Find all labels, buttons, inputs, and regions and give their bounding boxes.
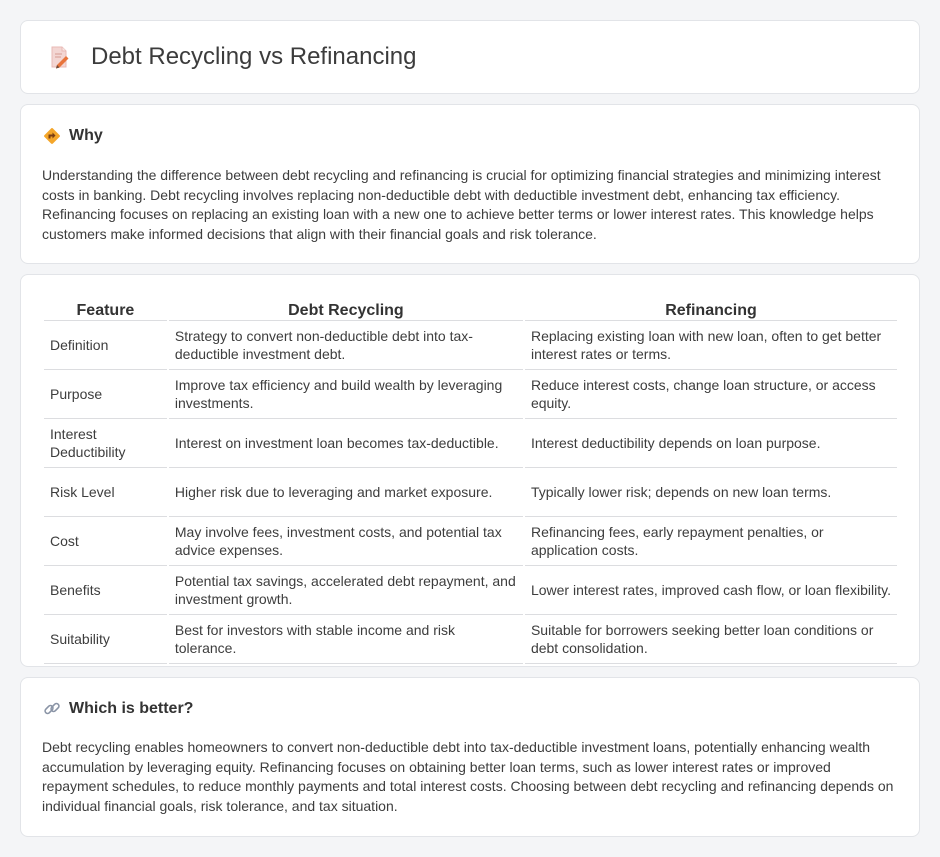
feature-cell: Suitability xyxy=(44,615,167,664)
better-text: Debt recycling enables homeowners to con… xyxy=(42,739,894,814)
debt-recycling-cell: May involve fees, investment costs, and … xyxy=(168,517,523,566)
debt-recycling-cell: Potential tax savings, accelerated debt … xyxy=(168,566,523,615)
refinancing-cell: Suitable for borrowers seeking better lo… xyxy=(524,615,897,664)
feature-cell: Risk Level xyxy=(44,468,167,517)
title-card: Debt Recycling vs Refinancing xyxy=(20,20,920,94)
better-title: Which is better? xyxy=(69,700,194,717)
table-row: Suitability Best for investors with stab… xyxy=(44,615,897,664)
which-is-better-section: Which is better? Debt recycling enables … xyxy=(20,677,920,837)
debt-recycling-cell: Interest on investment loan becomes tax-… xyxy=(168,419,523,468)
feature-cell: Definition xyxy=(44,321,167,370)
feature-cell: Purpose xyxy=(44,370,167,419)
comparison-card: Feature Debt Recycling Refinancing Defin… xyxy=(20,274,920,667)
better-header: Which is better? xyxy=(43,700,193,718)
diamond-directions-icon xyxy=(43,127,61,145)
why-header: Why xyxy=(43,127,103,145)
comparison-table: Feature Debt Recycling Refinancing Defin… xyxy=(42,297,899,664)
page-title: Debt Recycling vs Refinancing xyxy=(91,43,417,70)
refinancing-cell: Refinancing fees, early repayment penalt… xyxy=(524,517,897,566)
why-section: Why Understanding the difference between… xyxy=(20,104,920,264)
header-refinancing: Refinancing xyxy=(524,297,897,321)
table-row: Interest Deductibility Interest on inves… xyxy=(44,419,897,468)
refinancing-cell: Interest deductibility depends on loan p… xyxy=(524,419,897,468)
feature-cell: Interest Deductibility xyxy=(44,419,167,468)
debt-recycling-cell: Best for investors with stable income an… xyxy=(168,615,523,664)
header-debt-recycling: Debt Recycling xyxy=(168,297,523,321)
feature-cell: Benefits xyxy=(44,566,167,615)
document-pencil-icon xyxy=(47,45,71,69)
refinancing-cell: Replacing existing loan with new loan, o… xyxy=(524,321,897,370)
debt-recycling-cell: Strategy to convert non-deductible debt … xyxy=(168,321,523,370)
table-row: Risk Level Higher risk due to leveraging… xyxy=(44,468,897,517)
feature-cell: Cost xyxy=(44,517,167,566)
refinancing-cell: Lower interest rates, improved cash flow… xyxy=(524,566,897,615)
table-row: Purpose Improve tax efficiency and build… xyxy=(44,370,897,419)
refinancing-cell: Reduce interest costs, change loan struc… xyxy=(524,370,897,419)
table-row: Cost May involve fees, investment costs,… xyxy=(44,517,897,566)
why-text: Understanding the difference between deb… xyxy=(42,167,881,242)
debt-recycling-cell: Higher risk due to leveraging and market… xyxy=(168,468,523,517)
debt-recycling-cell: Improve tax efficiency and build wealth … xyxy=(168,370,523,419)
refinancing-cell: Typically lower risk; depends on new loa… xyxy=(524,468,897,517)
header-feature: Feature xyxy=(44,297,167,321)
page: Debt Recycling vs Refinancing Why Unders… xyxy=(0,0,940,857)
why-title: Why xyxy=(69,127,103,144)
table-header-row: Feature Debt Recycling Refinancing xyxy=(44,297,897,321)
link-icon xyxy=(43,700,61,718)
table-row: Definition Strategy to convert non-deduc… xyxy=(44,321,897,370)
table-row: Benefits Potential tax savings, accelera… xyxy=(44,566,897,615)
title-row: Debt Recycling vs Refinancing xyxy=(21,21,919,93)
